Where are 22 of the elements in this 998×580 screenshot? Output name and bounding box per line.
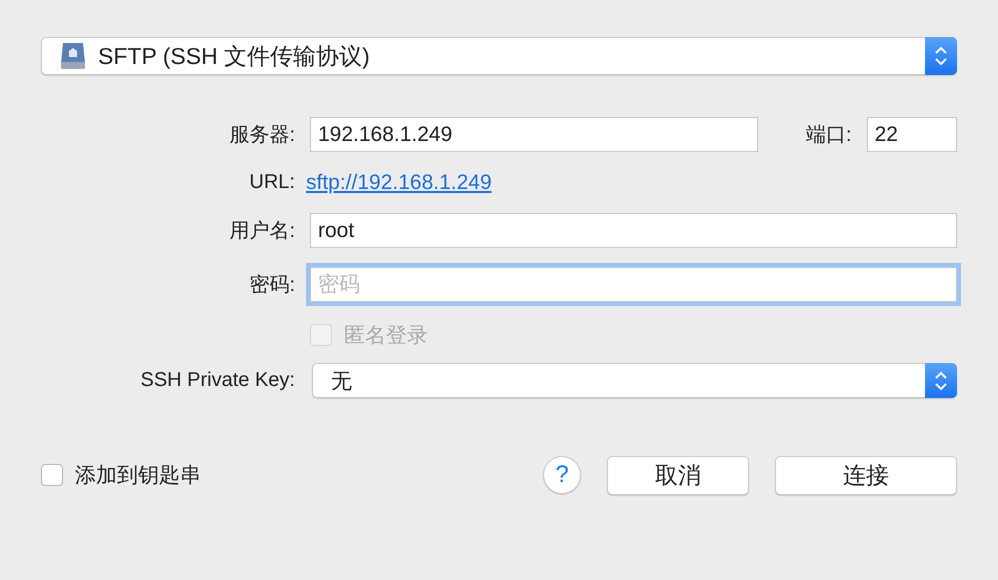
- password-field[interactable]: 密码: [310, 267, 957, 302]
- url-link[interactable]: sftp://192.168.1.249: [306, 170, 492, 194]
- field-label: 用户名:: [228, 219, 295, 244]
- server-field[interactable]: 192.168.1.249: [310, 117, 758, 152]
- private-key-popup[interactable]: 无: [312, 363, 957, 398]
- help-button[interactable]: ?: [543, 456, 581, 494]
- username-field[interactable]: root: [310, 213, 957, 248]
- port-field[interactable]: 22: [866, 117, 957, 152]
- field-label: SSH Private Key:: [139, 369, 295, 392]
- stepper-icon: [934, 370, 948, 392]
- checkbox[interactable]: [41, 464, 63, 486]
- field-label: URL:: [248, 171, 295, 194]
- checkbox-label: 添加到钥匙串: [75, 463, 201, 489]
- protocol-popup[interactable]: SFTP (SSH 文件传输协议): [41, 37, 957, 75]
- dialog-button[interactable]: 连接: [775, 456, 957, 494]
- checkbox-label: 匿名登录: [344, 323, 428, 349]
- dialog-button[interactable]: 取消: [607, 456, 749, 494]
- stepper-icon: [934, 45, 948, 67]
- drive-icon: [60, 42, 86, 70]
- field-label: 密码:: [248, 273, 295, 298]
- field-label: 端口:: [806, 123, 852, 148]
- field-label: 服务器:: [228, 123, 295, 148]
